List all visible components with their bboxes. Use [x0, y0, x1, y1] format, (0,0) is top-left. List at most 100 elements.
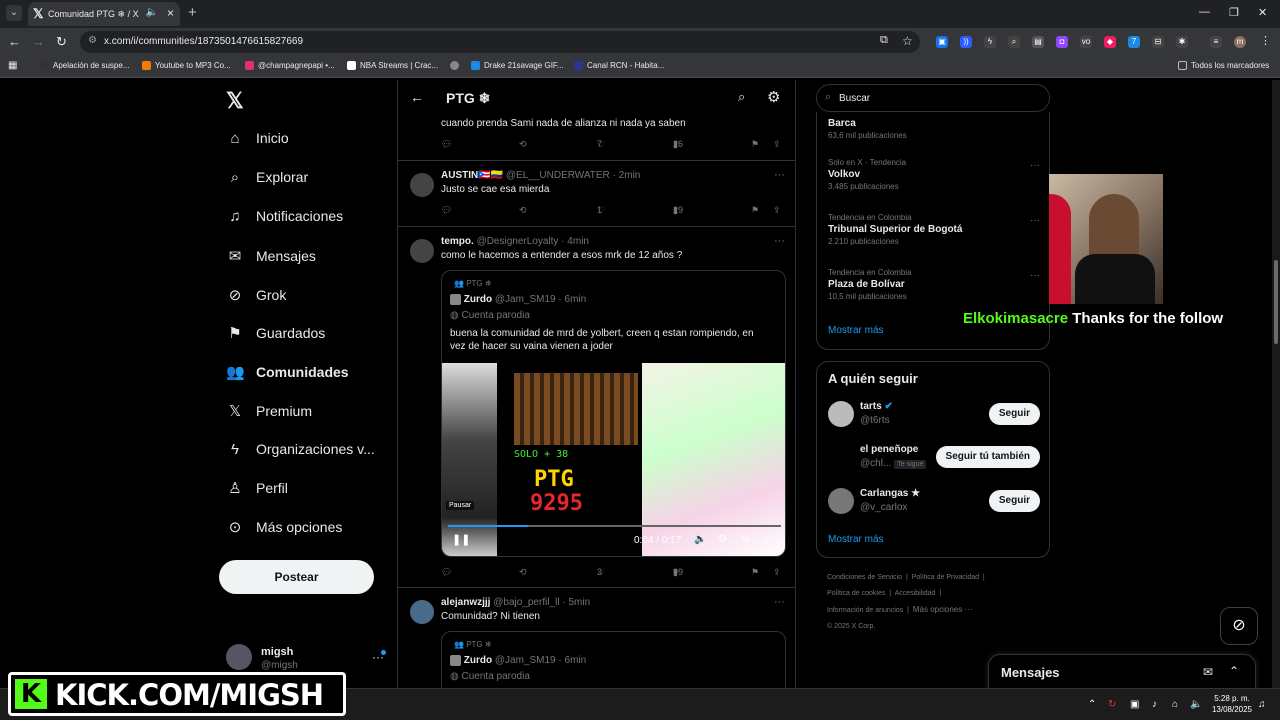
nav-item-grok[interactable]: ⊘ Grok — [226, 286, 287, 310]
follow-suggestion[interactable]: tarts ✔ @t6rts Seguir — [828, 399, 1040, 431]
bookmark-item[interactable]: NBA Streams | Crac... — [347, 61, 438, 71]
install-icon[interactable]: ⧉ — [880, 34, 888, 47]
profile-avatar-icon[interactable]: m — [1234, 36, 1246, 48]
trend-item[interactable]: Tendencia en Colombia Plaza de Bolívar 1… — [828, 268, 1040, 301]
repost-icon[interactable]: ⟲ — [519, 139, 527, 150]
post-time[interactable]: · 5min — [562, 597, 590, 608]
repost-icon[interactable]: ⟲ — [519, 205, 527, 216]
new-tab-icon[interactable]: + — [188, 4, 197, 21]
extension-icon[interactable]: ⌕ — [1008, 36, 1020, 48]
follow-button[interactable]: Seguir — [988, 490, 1040, 512]
bookmark-item[interactable] — [450, 61, 463, 71]
page-scrollbar[interactable] — [1272, 80, 1280, 688]
bookmark-icon[interactable]: ⚑ — [751, 205, 759, 216]
more-icon[interactable]: ··· — [774, 169, 785, 181]
forward-icon[interactable]: → — [32, 34, 45, 49]
close-window-icon[interactable]: ✕ — [1258, 6, 1267, 19]
new-message-icon[interactable]: ✉ — [1203, 665, 1213, 679]
bookmark-item[interactable]: Drake 21savage GIF... — [471, 61, 564, 71]
extension-icon[interactable]: 7 — [1128, 36, 1140, 48]
share-icon[interactable]: ⇪ — [773, 139, 781, 150]
footer-link[interactable]: Más opciones ··· — [913, 605, 973, 614]
follow-suggestion[interactable]: Carlangas ★ @v_carlox Seguir — [828, 486, 1040, 518]
nav-item-comunidades[interactable]: 👥 Comunidades — [226, 363, 349, 387]
x-logo-icon[interactable]: 𝕏 — [226, 88, 244, 114]
footer-link[interactable]: Condiciones de Servicio — [827, 574, 902, 581]
bookmark-icon[interactable]: ⚑ — [751, 139, 759, 150]
address-bar[interactable]: ⚙ x.com/i/communities/187350147661582766… — [80, 31, 920, 53]
bookmark-item[interactable]: Youtube to MP3 Co... — [142, 61, 231, 71]
extension-icon[interactable]: )) — [960, 36, 972, 48]
search-input[interactable]: ⌕ Buscar — [816, 84, 1050, 112]
post-time[interactable]: · 2min — [613, 170, 641, 181]
sync-icon[interactable]: ↻ — [1108, 699, 1116, 710]
microphone-icon[interactable]: ♪ — [1152, 699, 1157, 710]
reply-icon[interactable]: 💬︎ — [441, 205, 452, 216]
all-bookmarks[interactable]: Todos los marcadores — [1178, 61, 1269, 71]
video-player[interactable]: SOLO + 38 PTG 9295 Pausar ❚❚ 0:04 / 0:17… — [442, 363, 785, 556]
extension-icon[interactable]: ◘ — [1056, 36, 1068, 48]
extension-icon[interactable]: ⊟ — [1152, 36, 1164, 48]
extension-icon[interactable]: ϟ — [984, 36, 996, 48]
show-more-link[interactable]: Mostrar más — [828, 534, 884, 545]
author-handle[interactable]: @DesignerLoyalty — [477, 236, 559, 247]
more-icon[interactable]: ··· — [1030, 160, 1040, 171]
bookmark-icon[interactable]: ⚑ — [751, 567, 759, 578]
extension-icon[interactable]: ▣ — [936, 36, 948, 48]
trend-item[interactable]: Solo en X · Tendencia Volkov 3.485 publi… — [828, 158, 1040, 191]
back-icon[interactable]: ← — [8, 34, 21, 49]
more-icon[interactable]: ··· — [1030, 215, 1040, 226]
network-icon[interactable]: ⌂ — [1172, 699, 1178, 710]
bookmark-item[interactable]: Canal RCN - Habita... — [574, 61, 664, 71]
trend-item[interactable]: Tendencia en Colombia Tribunal Superior … — [828, 213, 1040, 246]
star-icon[interactable]: ☆ — [902, 34, 913, 48]
fullscreen-icon[interactable]: ⤢ — [766, 534, 774, 545]
nav-item-explorar[interactable]: ⌕ Explorar — [226, 169, 308, 193]
extension-icon[interactable]: ◆ — [1104, 36, 1116, 48]
account-switcher[interactable]: migsh @migsh ··· — [226, 642, 396, 674]
follow-back-button[interactable]: Seguir tú también — [935, 446, 1040, 468]
author-name[interactable]: alejanwzjjj — [441, 597, 490, 608]
taskbar-clock[interactable]: 5:28 p. m. 13/08/2025 — [1204, 693, 1260, 715]
nav-item-notificaciones[interactable]: ♫ Notificaciones — [226, 208, 343, 232]
apps-grid-icon[interactable]: ▦ — [8, 60, 17, 71]
maximize-icon[interactable]: ❐ — [1229, 6, 1239, 19]
grok-float-button[interactable]: ⊘ — [1220, 607, 1258, 645]
chevron-up-icon[interactable]: ⌃ — [1088, 699, 1096, 710]
gear-icon[interactable]: ⚙ — [718, 534, 727, 545]
volume-icon[interactable]: 🔈 — [1190, 699, 1202, 710]
post[interactable]: tempo. @DesignerLoyalty · 4min ··· como … — [398, 227, 795, 588]
author-name[interactable]: AUSTIN🇵🇷🇨🇴 — [441, 170, 503, 181]
nav-item-organizaciones[interactable]: ϟ Organizaciones v... — [226, 441, 375, 465]
extensions-puzzle-icon[interactable]: ✱ — [1176, 36, 1188, 48]
extension-icon[interactable]: ▤ — [1032, 36, 1044, 48]
post-button[interactable]: Postear — [219, 560, 374, 594]
follow-suggestion[interactable]: el peneñope @chl... Te sigue Seguir tú ta… — [828, 442, 1040, 474]
site-info-icon[interactable]: ⚙ — [88, 35, 97, 46]
notification-bell-icon[interactable]: ♫ — [1258, 699, 1266, 710]
quoted-post[interactable]: 👥 PTG ❄ Zurdo @Jam_SM19 · 6min ◍ Cuenta … — [441, 270, 786, 557]
avatar[interactable] — [410, 600, 434, 624]
search-icon[interactable]: ⌕ — [738, 89, 745, 105]
footer-link[interactable]: Accesibilidad — [895, 590, 936, 597]
avatar[interactable] — [410, 173, 434, 197]
show-more-link[interactable]: Mostrar más — [828, 325, 884, 336]
more-icon[interactable]: ··· — [774, 596, 785, 608]
post-time[interactable]: · 4min — [561, 236, 589, 247]
footer-link[interactable]: Política de Privacidad — [912, 574, 979, 581]
trend-item[interactable]: Barca 63,6 mil publicaciones — [828, 116, 1040, 140]
nav-item-mensajes[interactable]: ✉ Mensajes — [226, 247, 316, 271]
nav-item-guardados[interactable]: ⚑ Guardados — [226, 324, 325, 348]
extension-icon[interactable]: vo — [1080, 36, 1092, 48]
post[interactable]: AUSTIN🇵🇷🇨🇴 @EL__UNDERWATER · 2min ··· Ju… — [398, 161, 795, 227]
close-tab-icon[interactable]: × — [167, 6, 174, 20]
author-handle[interactable]: @bajo_perfil_ll — [493, 597, 559, 608]
browser-tab[interactable]: 𝕏 Comunidad PTG ❄ / X 🔈 × — [28, 2, 180, 26]
chevron-up-icon[interactable]: ⌃ — [1229, 664, 1239, 678]
reply-icon[interactable]: 💬︎ — [441, 139, 452, 150]
share-icon[interactable]: ⇪ — [773, 567, 781, 578]
gear-icon[interactable]: ⚙ — [767, 88, 780, 106]
nav-item-premium[interactable]: 𝕏 Premium — [226, 402, 312, 426]
tab-search-icon[interactable]: ⌄ — [6, 5, 22, 21]
more-icon[interactable]: ··· — [774, 235, 785, 247]
